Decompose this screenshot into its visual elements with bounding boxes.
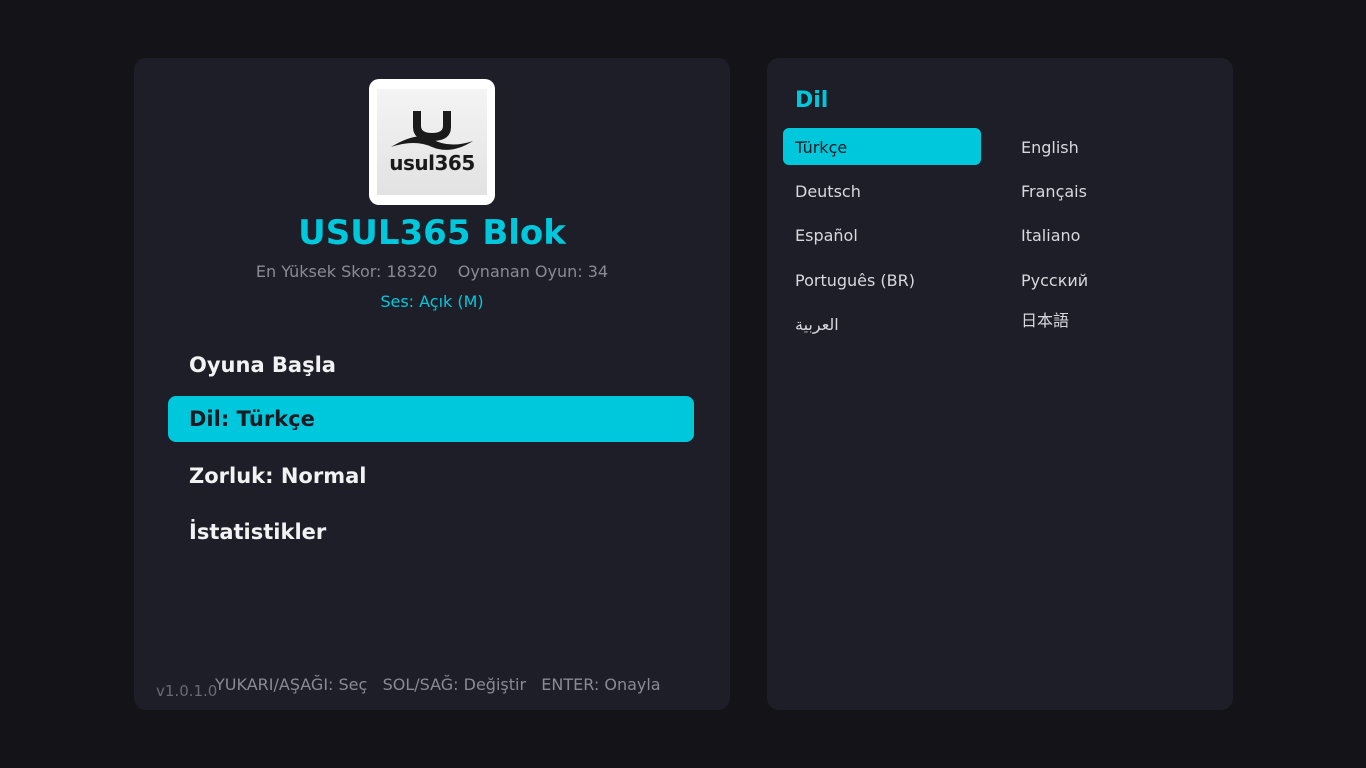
language-option-german[interactable]: Deutsch <box>783 172 981 209</box>
menu-item-difficulty[interactable]: Zorluk: Normal <box>168 453 694 499</box>
logo-text: usul365 <box>389 151 475 175</box>
controls-help: YUKARI/AŞAĞI: Seç SOL/SAĞ: Değiştir ENTE… <box>215 675 661 694</box>
language-option-japanese[interactable]: 日本語 <box>1009 301 1207 338</box>
menu-item-start-game[interactable]: Oyuna Başla <box>168 342 694 388</box>
game-title: USUL365 Blok <box>298 213 566 253</box>
language-option-italian[interactable]: Italiano <box>1009 216 1207 253</box>
language-option-arabic[interactable]: العربية <box>783 305 981 342</box>
language-option-portuguese-br[interactable]: Português (BR) <box>783 261 981 298</box>
language-option-turkish[interactable]: Türkçe <box>783 128 981 165</box>
language-option-french[interactable]: Français <box>1009 172 1207 209</box>
menu-item-language[interactable]: Dil: Türkçe <box>168 396 694 442</box>
language-option-russian[interactable]: Русский <box>1009 261 1207 298</box>
language-option-english[interactable]: English <box>1009 128 1207 165</box>
game-main-menu-screen: usul365 USUL365 Blok En Yüksek Skor: 183… <box>0 0 1366 768</box>
language-panel: Dil Türkçe English Deutsch Français Espa… <box>767 58 1233 710</box>
language-option-spanish[interactable]: Español <box>783 216 981 253</box>
logo-u-mark-icon <box>391 111 473 150</box>
usul365-logo: usul365 <box>369 79 495 205</box>
stats-line: En Yüksek Skor: 18320 Oynanan Oyun: 34 <box>255 262 609 281</box>
menu-item-statistics[interactable]: İstatistikler <box>168 509 694 555</box>
version-label: v1.0.1.0 <box>156 682 218 700</box>
language-panel-title: Dil <box>795 88 829 113</box>
sound-toggle-status[interactable]: Ses: Açık (M) <box>134 291 730 313</box>
main-menu-panel: usul365 USUL365 Blok En Yüksek Skor: 183… <box>134 58 730 710</box>
